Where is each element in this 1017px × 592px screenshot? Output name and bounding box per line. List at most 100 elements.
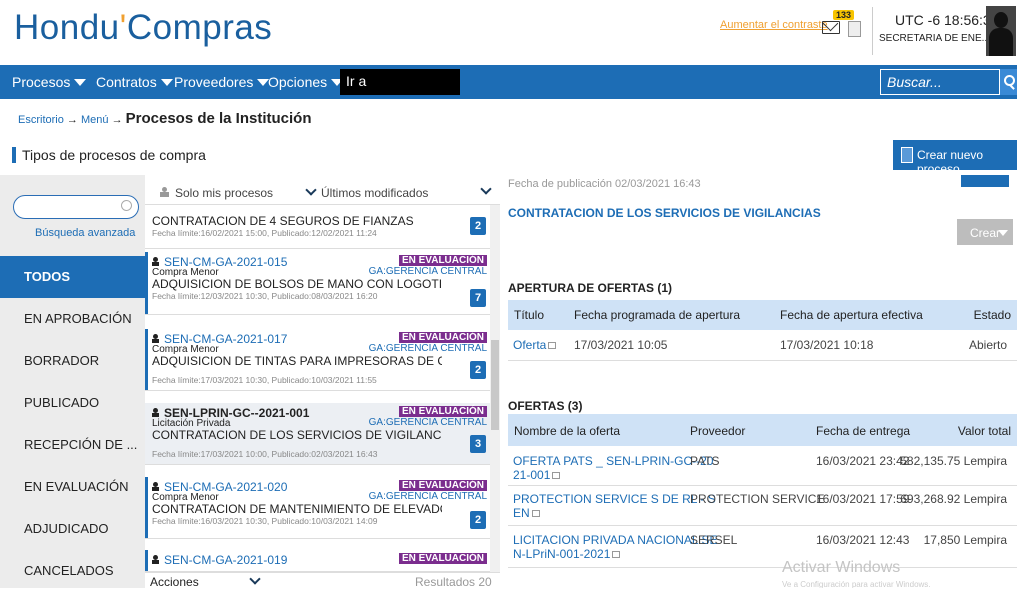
status-badge: EN EVALUACIÓN	[398, 255, 487, 266]
offers-table-header: Nombre de la oferta Proveedor Fecha de e…	[508, 414, 1017, 446]
user-icon	[152, 257, 159, 266]
count-badge: 3	[470, 435, 486, 453]
sidebar-search-input[interactable]	[13, 195, 139, 219]
filter-todos[interactable]: TODOS	[0, 256, 145, 298]
caret-down-icon	[160, 79, 173, 86]
user-icon	[152, 482, 159, 491]
status-badge: EN EVALUACIÓN	[398, 332, 487, 343]
count-badge: 2	[470, 217, 486, 235]
page-title: Procesos de la Institución	[125, 110, 312, 127]
chevron-down-icon	[480, 183, 492, 195]
nav-contratos[interactable]: Contratos	[96, 74, 173, 90]
opening-table-header: Título Fecha programada de apertura Fech…	[508, 300, 1017, 330]
list-item[interactable]: SEN-CM-GA-2021-020 Compra Menor CONTRATA…	[145, 477, 490, 539]
process-title: CONTRATACION DE MANTENIMIENTO DE ELEVADO…	[152, 502, 442, 516]
detail-title[interactable]: CONTRATACION DE LOS SERVICIOS DE VIGILAN…	[508, 206, 821, 220]
filter-cancelados[interactable]: CANCELADOS	[0, 550, 145, 592]
user-avatar[interactable]	[986, 6, 1016, 56]
list-item-selected[interactable]: SEN-LPRIN-GC--2021-001 Licitación Privad…	[145, 403, 490, 465]
col-nombre: Nombre de la oferta	[514, 424, 621, 438]
nav-proveedores[interactable]: Proveedores	[174, 74, 270, 90]
create-dropdown-button[interactable]: Crear	[957, 219, 1013, 245]
detail-top-button[interactable]	[961, 175, 1009, 187]
nav-procesos[interactable]: Procesos	[12, 74, 87, 90]
nav-opciones[interactable]: Opciones	[268, 74, 344, 90]
status-badge: EN EVALUACIÓN	[398, 406, 487, 417]
sort-dropdown[interactable]: Últimos modificados	[305, 184, 429, 200]
list-scrollbar-thumb[interactable]	[491, 340, 499, 430]
opening-row-effective: 17/03/2021 10:18	[780, 338, 874, 352]
chevron-down-icon	[305, 184, 317, 196]
user-icon	[152, 555, 159, 564]
filter-en-evaluacion[interactable]: EN EVALUACIÓN	[0, 466, 145, 508]
chevron-down-icon	[249, 573, 261, 585]
institution-name[interactable]: SECRETARIA DE ENE...	[879, 33, 990, 44]
offer-date: 16/03/2021 23:42	[816, 454, 910, 468]
external-link-icon	[612, 551, 621, 558]
actions-dropdown[interactable]: Acciones	[150, 573, 265, 589]
process-code[interactable]: SEN-CM-GA-2021-019	[152, 553, 287, 567]
row-divider	[508, 525, 1017, 526]
user-icon	[160, 187, 169, 197]
filter-en-aprobacion[interactable]: EN APROBACIÓN	[0, 298, 145, 340]
offer-name-link[interactable]: LICITACION PRIVADA NACIONAL SE N-LPriN-00…	[513, 533, 718, 561]
nav-proveedores-label: Proveedores	[174, 74, 254, 90]
windows-activation-watermark: Activar Windows	[782, 559, 901, 576]
breadcrumb-arrow: →	[111, 114, 123, 126]
offer-name-link[interactable]: OFERTA PATS _ SEN-LPRIN-GC--20 21-001	[513, 454, 713, 482]
section-title: Tipos de procesos de compra	[12, 147, 206, 163]
goto-input[interactable]: Ir a	[340, 69, 460, 95]
hondu-compras-logo[interactable]: Hondu'Compras	[14, 8, 272, 48]
list-item[interactable]: CONTRATACION DE 4 SEGUROS DE FIANZAS Fec…	[145, 207, 490, 249]
process-title: ADQUISICION DE BOLSOS DE MANO CON LOGOTI…	[152, 277, 442, 291]
actions-label: Acciones	[150, 575, 199, 589]
list-item[interactable]: SEN-CM-GA-2021-019 EN EVALUACIÓN	[145, 550, 490, 572]
filter-adjudicado[interactable]: ADJUDICADO	[0, 508, 145, 550]
opening-row-title-link[interactable]: Oferta	[513, 338, 557, 352]
department: GA:GERENCIA CENTRAL	[368, 343, 487, 354]
department: GA:GERENCIA CENTRAL	[368, 417, 487, 428]
header-divider	[872, 7, 873, 55]
offer-date: 16/03/2021 17:59	[816, 492, 910, 506]
breadcrumb-arrow: →	[66, 114, 78, 126]
department: GA:GERENCIA CENTRAL	[368, 266, 487, 277]
breadcrumb: Escritorio → Menú → Procesos de la Insti…	[18, 110, 312, 127]
opening-row-status: Abierto	[968, 338, 1007, 352]
advanced-search-link[interactable]: Búsqueda avanzada	[35, 227, 135, 239]
external-link-icon	[548, 342, 557, 349]
col-fecha-programada: Fecha programada de apertura	[574, 308, 741, 322]
item-accent	[145, 477, 148, 538]
opening-row-scheduled: 17/03/2021 10:05	[574, 338, 668, 352]
list-item[interactable]: SEN-CM-GA-2021-015 Compra Menor ADQUISIC…	[145, 252, 490, 315]
search-input[interactable]: Buscar...	[880, 69, 1000, 95]
breadcrumb-escritorio[interactable]: Escritorio	[18, 114, 64, 126]
caret-down-icon	[74, 79, 87, 86]
sort-label: Últimos modificados	[321, 186, 429, 200]
nav-procesos-label: Procesos	[12, 74, 71, 90]
offer-value: 17,850 Lempira	[923, 533, 1007, 547]
user-icon	[152, 408, 159, 417]
list-item[interactable]: SEN-CM-GA-2021-017 Compra Menor ADQUISIC…	[145, 329, 490, 391]
filter-publicado[interactable]: PUBLICADO	[0, 382, 145, 424]
col-fecha-efectiva: Fecha de apertura efectiva	[780, 308, 923, 322]
only-mine-toggle[interactable]: Solo mis procesos	[160, 186, 273, 200]
process-dates: Fecha límite:17/03/2021 10:30, Publicado…	[152, 375, 377, 385]
new-process-button[interactable]: Crear nuevo proceso	[893, 140, 1017, 176]
search-icon[interactable]	[1000, 69, 1017, 95]
offer-name-link[interactable]: PROTECTION SERVICE S DE RL - S EN	[513, 492, 716, 520]
offer-date: 16/03/2021 12:43	[816, 533, 910, 547]
mail-icon[interactable]	[822, 21, 840, 34]
offers-heading: OFERTAS (3)	[508, 399, 583, 413]
filter-recepcion[interactable]: RECEPCIÓN DE ...	[0, 424, 145, 466]
filter-borrador[interactable]: BORRADOR	[0, 340, 145, 382]
process-dates: Fecha límite:12/03/2021 10:30, Publicado…	[152, 291, 378, 301]
row-divider	[508, 567, 1017, 568]
list-header-chevron[interactable]	[480, 183, 496, 199]
breadcrumb-menu[interactable]: Menú	[81, 114, 109, 126]
document-icon[interactable]	[848, 21, 861, 37]
item-accent	[145, 550, 148, 571]
col-valor: Valor total	[957, 424, 1011, 438]
offer-provider: SERSEL	[690, 533, 738, 547]
count-badge: 7	[470, 289, 486, 307]
increase-contrast-link[interactable]: Aumentar el contraste	[720, 19, 828, 31]
